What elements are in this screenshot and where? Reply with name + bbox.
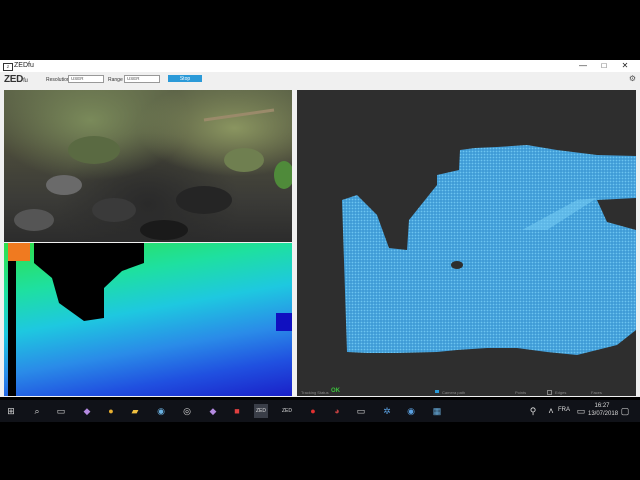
chevron-up-icon[interactable]: ˄ — [544, 404, 558, 418]
point-cloud-view[interactable] — [297, 90, 636, 388]
title-bar: Z ZEDfu — □ ✕ — [0, 60, 640, 72]
zed-logo: ZEDfu — [4, 74, 28, 85]
camera-image-rocks — [14, 108, 292, 240]
search-icon[interactable]: ⌕ — [30, 404, 44, 418]
faces-toggle[interactable]: Faces — [591, 390, 602, 395]
maximize-button[interactable]: □ — [597, 60, 611, 72]
logo-suffix: fu — [23, 78, 28, 84]
visual-studio-icon[interactable]: ◆ — [80, 404, 94, 418]
steam-icon[interactable]: ◉ — [154, 404, 168, 418]
chrome-icon[interactable]: ● — [104, 404, 118, 418]
notifications-icon[interactable]: ▢ — [618, 404, 632, 418]
windows-taskbar: ⊞ ⌕ ▭ ◆ ● ▰ ◉ ◎ ◆ ■ ZED ZED ● ◕ ▭ ✲ ◉ ▦ … — [0, 400, 640, 422]
app-icon-2[interactable]: ● — [306, 404, 320, 418]
toolbar: ZEDfu Resolution USER Range USER Stop ⚙ — [0, 72, 640, 88]
resolution-label: Resolution — [46, 77, 70, 83]
point-cloud-mesh — [342, 145, 636, 355]
network-icon[interactable]: ▭ — [574, 404, 588, 418]
edges-toggle[interactable]: Edges — [555, 390, 566, 395]
person-icon[interactable]: ⚲ — [526, 404, 540, 418]
stop-button[interactable]: Stop — [168, 75, 202, 82]
depth-map — [4, 243, 292, 396]
unity-icon[interactable]: ◎ — [180, 404, 194, 418]
points-toggle[interactable]: Points — [515, 390, 526, 395]
camera-path-swatch — [435, 390, 439, 393]
app-icon-5[interactable]: ◉ — [404, 404, 418, 418]
gear-icon[interactable]: ⚙ — [629, 74, 636, 83]
app-icon-3[interactable]: ◕ — [330, 404, 344, 418]
minimize-button[interactable]: — — [576, 60, 590, 72]
zedfu-window: Z ZEDfu — □ ✕ ZEDfu Resolution USER Rang… — [0, 60, 640, 397]
depth-map-overlay — [8, 243, 292, 396]
range-label: Range — [108, 77, 123, 83]
logo-text: ZED — [4, 74, 24, 85]
left-camera-image — [4, 90, 292, 242]
vr-icon[interactable]: ▭ — [354, 404, 368, 418]
file-explorer-icon[interactable]: ▰ — [128, 404, 142, 418]
tracking-status-label: Tracking Status — [301, 390, 329, 395]
clock-date[interactable]: 13/07/2018 — [588, 411, 618, 417]
app-icon[interactable]: ■ — [230, 404, 244, 418]
task-view-icon[interactable]: ▭ — [54, 404, 68, 418]
zed-icon[interactable]: ZED — [254, 404, 268, 418]
visual-studio-icon-2[interactable]: ◆ — [206, 404, 220, 418]
edges-checkbox[interactable] — [547, 390, 552, 395]
windows-icon[interactable]: ⊞ — [4, 404, 18, 418]
app-icon: Z — [3, 63, 13, 71]
window-title: ZEDfu — [14, 62, 34, 69]
close-button[interactable]: ✕ — [618, 60, 632, 72]
language-indicator[interactable]: FRA — [558, 407, 570, 413]
zed-icon-2[interactable]: ZED — [280, 404, 294, 418]
tracking-status-value: OK — [331, 388, 340, 394]
range-select[interactable]: USER — [124, 75, 160, 83]
status-bar: Tracking Status OK Camera path Points Ed… — [297, 388, 636, 396]
app-icon-6[interactable]: ▦ — [430, 404, 444, 418]
app-icon-4[interactable]: ✲ — [380, 404, 394, 418]
resolution-select[interactable]: USER — [68, 75, 104, 83]
camera-path-label: Camera path — [442, 390, 466, 395]
clock-time[interactable]: 16:27 — [588, 403, 616, 409]
